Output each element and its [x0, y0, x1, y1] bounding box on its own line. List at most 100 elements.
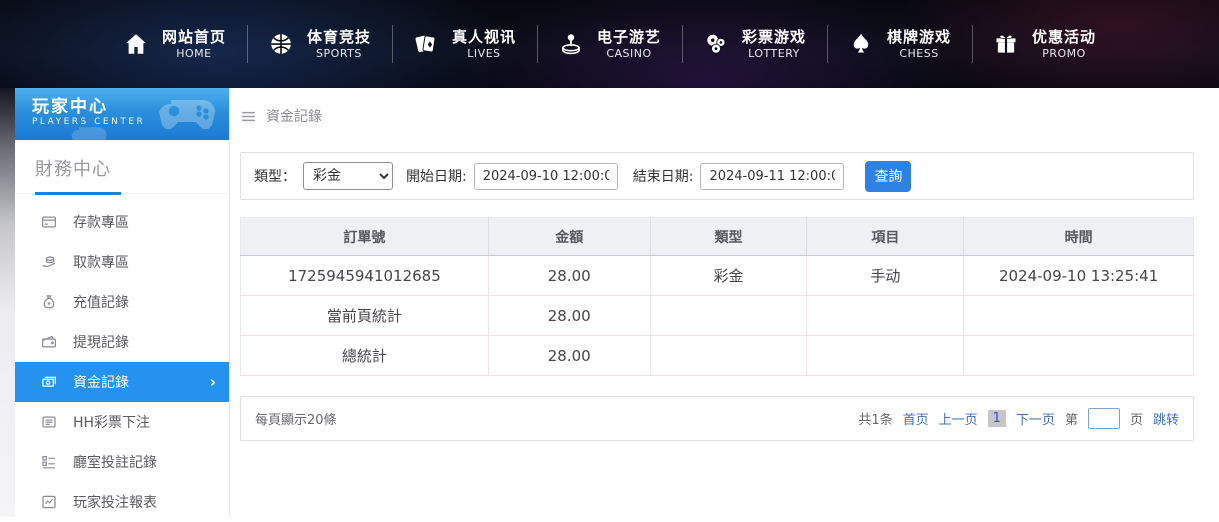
main-content: 資金記錄 類型： 彩金 開始日期: 結束日期: 查詢 訂單號 金額 類型 項目 …	[240, 88, 1194, 517]
current-page-indicator: 1	[987, 410, 1006, 427]
sidebar-header: 玩家中心 PLAYERS CENTER	[15, 88, 229, 140]
sidebar-item-label: 玩家投注報表	[73, 495, 157, 511]
section-underline	[35, 192, 121, 195]
nav-sublabel: LOTTERY	[748, 46, 800, 60]
deposit-card-icon	[40, 213, 58, 231]
nav-label: 网站首页	[161, 27, 226, 46]
sidebar-item-withdraw[interactable]: 取款專區	[15, 242, 229, 282]
nav-label: 电子游艺	[596, 27, 661, 46]
start-date-label: 開始日期:	[406, 169, 467, 185]
type-label: 類型：	[254, 169, 296, 185]
nav-label: 棋牌游戏	[887, 27, 952, 46]
sidebar-item-label: 資金記錄	[73, 375, 129, 391]
breadcrumb: 資金記錄	[240, 106, 1194, 126]
cell-type: 彩金	[649, 255, 808, 296]
page-number-input[interactable]	[1087, 408, 1120, 429]
nav-sublabel: CASINO	[606, 46, 652, 60]
start-date-input[interactable]	[473, 162, 618, 190]
jump-button[interactable]: 跳转	[1153, 409, 1179, 428]
table-row-page-total: 當前頁統計 28.00	[240, 295, 1194, 336]
nav-label: 体育竞技	[306, 27, 371, 46]
sidebar-item-recharge-record[interactable]: 充值記錄	[15, 282, 229, 322]
per-page-text: 每頁顯示20條	[255, 413, 337, 428]
sidebar-item-label: 充值記錄	[73, 295, 129, 311]
nav-sublabel: SPORTS	[316, 46, 362, 60]
nav-sublabel: CHESS	[899, 46, 939, 60]
sidebar-item-label: 廳室投註記錄	[73, 455, 157, 471]
sidebar-menu: 存款專區 取款專區 充值記錄 提現記錄 資金記錄 › HH彩票下注 廳室投註記錄…	[15, 194, 229, 522]
home-icon	[123, 31, 149, 57]
lottery-balls-icon	[703, 31, 729, 57]
end-date-input[interactable]	[700, 162, 845, 190]
withdraw-hand-icon	[40, 253, 58, 271]
gamepad-icon-small	[69, 122, 109, 140]
cell-order-no: 1725945941012685	[240, 255, 489, 296]
report-chart-icon	[40, 493, 58, 511]
sidebar-item-label: 取款專區	[73, 255, 129, 271]
header-amount: 金額	[488, 217, 651, 256]
funds-record-icon	[40, 373, 58, 391]
header-time: 時間	[963, 217, 1194, 256]
page-left-fade	[0, 88, 15, 517]
sidebar-item-room-bet-record[interactable]: 廳室投註記錄	[15, 442, 229, 482]
sidebar: 玩家中心 PLAYERS CENTER 財務中心 存款專區 取款專區 充值記錄 …	[15, 88, 230, 517]
filter-bar: 類型： 彩金 開始日期: 結束日期: 查詢	[240, 152, 1194, 200]
sidebar-item-withdrawal-record[interactable]: 提現記錄	[15, 322, 229, 362]
wallet-icon	[40, 333, 58, 351]
cell-time: 2024-09-10 13:25:41	[963, 255, 1194, 296]
pager-controls: 共1条 首页 上一页 1 下一页 第 页 跳转	[858, 408, 1179, 429]
cell-label: 總統計	[240, 335, 489, 376]
sidebar-item-player-bet-report[interactable]: 玩家投注報表	[15, 482, 229, 522]
section-title: 財務中心	[35, 159, 111, 180]
nav-label: 真人视讯	[451, 27, 516, 46]
first-page-link[interactable]: 首页	[903, 409, 929, 428]
type-select[interactable]: 彩金	[303, 162, 393, 190]
cell-label: 當前頁統計	[240, 295, 489, 336]
cell-amount: 28.00	[487, 255, 651, 296]
nav-item-promo[interactable]: 优惠活动 PROMO	[972, 21, 1117, 67]
prev-page-link[interactable]: 上一页	[939, 409, 978, 428]
playing-cards-icon	[413, 31, 439, 57]
nav-label: 优惠活动	[1032, 27, 1097, 46]
top-navigation: 网站首页 HOME 体育竞技 SPORTS 真人视讯 LIVES 电子游艺 CA…	[0, 0, 1219, 88]
nav-label: 彩票游戏	[742, 27, 807, 46]
nav-sublabel: HOME	[176, 46, 212, 60]
table-row: 1725945941012685 28.00 彩金 手动 2024-09-10 …	[240, 255, 1194, 296]
cell-item: 手动	[806, 255, 965, 296]
header-item: 項目	[806, 217, 965, 256]
chevron-right-icon: ›	[209, 373, 216, 391]
sidebar-item-label: 存款專區	[73, 215, 129, 231]
gift-icon	[993, 31, 1019, 57]
spade-icon	[848, 31, 874, 57]
next-page-link[interactable]: 下一页	[1016, 409, 1055, 428]
nav-item-lives[interactable]: 真人视讯 LIVES	[391, 21, 537, 67]
jump-prefix-label: 第	[1064, 413, 1078, 428]
nav-item-sports[interactable]: 体育竞技 SPORTS	[246, 21, 392, 67]
basketball-icon	[268, 31, 294, 57]
page-title: 資金記錄	[266, 109, 322, 125]
nav-item-casino[interactable]: 电子游艺 CASINO	[536, 21, 682, 67]
table-row-grand-total: 總統計 28.00	[240, 335, 1194, 376]
finance-center-section-header: 財務中心	[15, 140, 229, 195]
nav-item-chess[interactable]: 棋牌游戏 CHESS	[827, 21, 972, 67]
cell-amount: 28.00	[487, 295, 651, 336]
sidebar-item-label: 提現記錄	[73, 335, 129, 351]
jump-suffix-label: 页	[1129, 413, 1143, 428]
header-type: 類型	[650, 217, 808, 256]
table-header-row: 訂單號 金額 類型 項目 時間	[240, 217, 1194, 256]
menu-icon	[242, 111, 255, 121]
money-bag-icon	[40, 293, 58, 311]
search-button[interactable]: 查詢	[865, 160, 912, 192]
funds-record-table: 訂單號 金額 類型 項目 時間 1725945941012685 28.00 彩…	[240, 217, 1194, 376]
sidebar-item-funds-record[interactable]: 資金記錄 ›	[15, 362, 229, 402]
nav-item-home[interactable]: 网站首页 HOME	[102, 21, 247, 67]
sidebar-item-hh-lottery-bets[interactable]: HH彩票下注	[15, 402, 229, 442]
list-icon	[40, 413, 58, 431]
pagination-bar: 每頁顯示20條 共1条 首页 上一页 1 下一页 第 页 跳转	[240, 396, 1194, 441]
total-count-text: 共1条	[858, 413, 893, 428]
sidebar-item-deposit[interactable]: 存款專區	[15, 202, 229, 242]
end-date-label: 結束日期:	[632, 169, 694, 185]
nav-item-lottery[interactable]: 彩票游戏 LOTTERY	[682, 21, 827, 67]
header-order-no: 訂單號	[240, 217, 489, 256]
sidebar-item-label: HH彩票下注	[73, 415, 151, 431]
